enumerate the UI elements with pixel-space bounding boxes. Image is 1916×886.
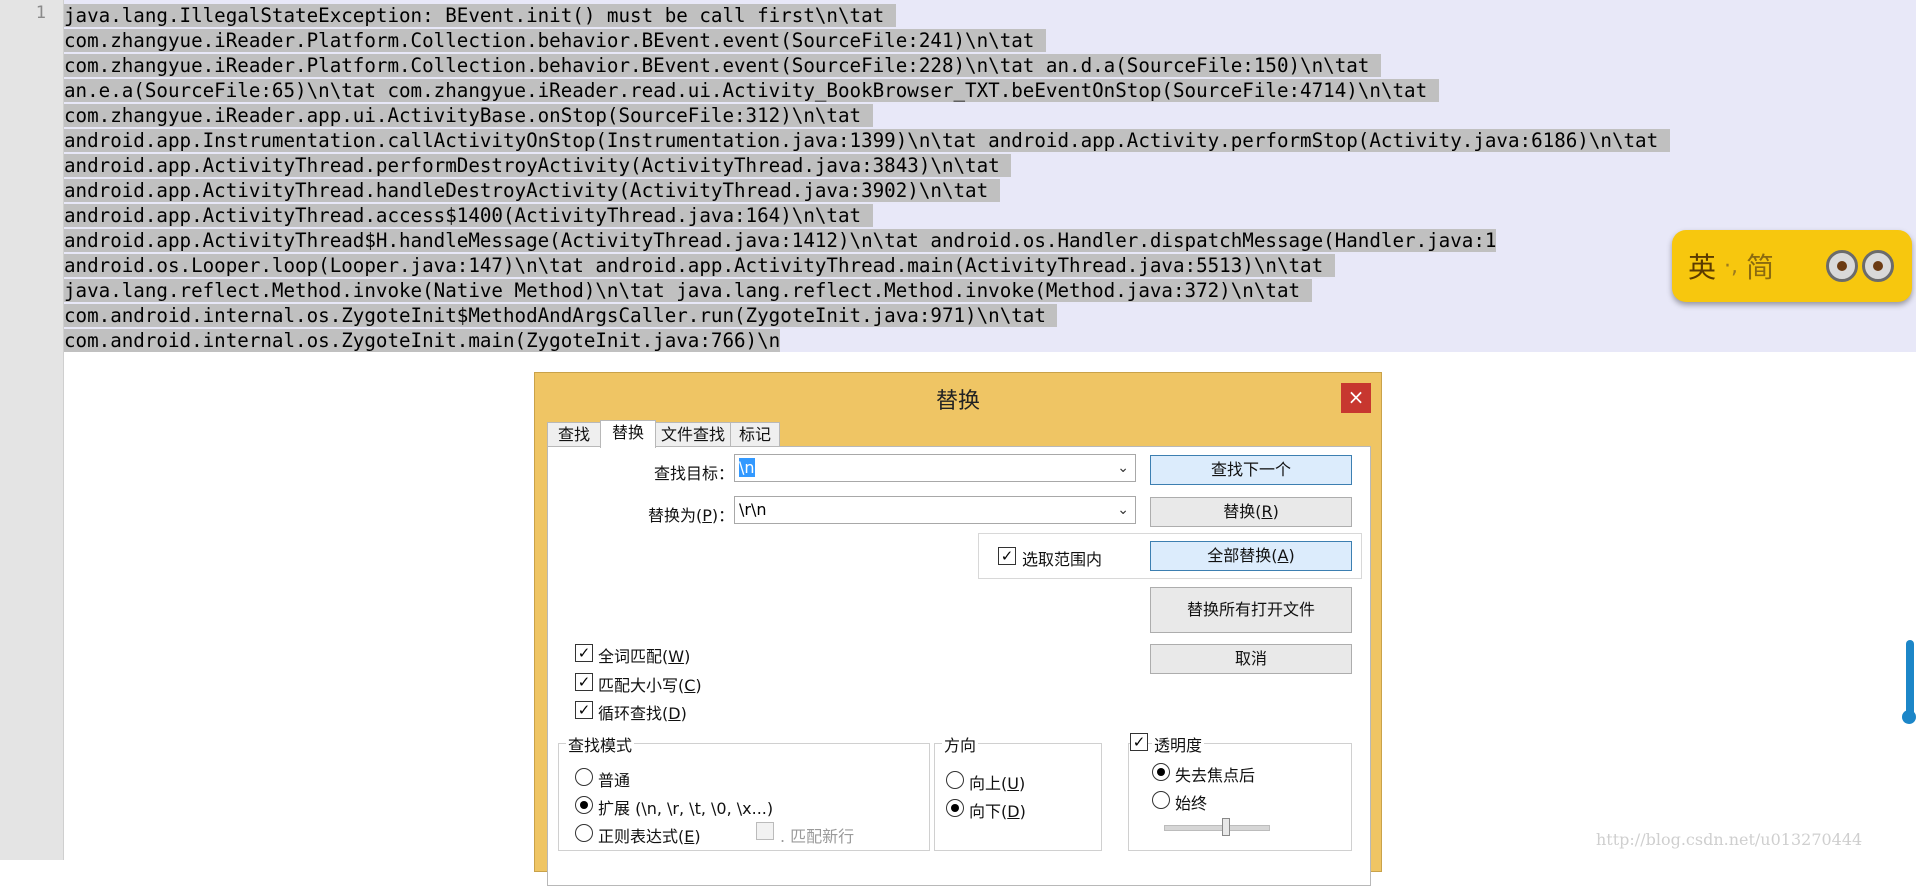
transparency-title: 透明度: [1152, 732, 1205, 756]
replace-button[interactable]: 替换(R): [1150, 497, 1352, 527]
chevron-down-icon[interactable]: ⌄: [1117, 455, 1129, 481]
code-line: com.zhangyue.iReader.Platform.Collection…: [64, 54, 1381, 77]
code-line: java.lang.IllegalStateException: BEvent.…: [64, 4, 896, 27]
replace-panel: 查找目标： \n ⌄ 查找下一个 替换为(P)： \r\n ⌄ 替换(R) ✓ …: [547, 446, 1371, 886]
watermark: http://blog.csdn.net/u013270444: [1596, 830, 1863, 849]
direction-title: 方向: [942, 732, 979, 756]
chevron-down-icon[interactable]: ⌄: [1117, 497, 1129, 523]
match-case-checkbox[interactable]: ✓: [575, 673, 593, 691]
close-button[interactable]: ×: [1341, 383, 1371, 413]
transparency-always-label: 始终: [1175, 794, 1208, 813]
replace-input[interactable]: \r\n ⌄: [734, 496, 1136, 524]
ime-toolbar[interactable]: 英 ·, 简: [1672, 230, 1912, 302]
direction-down-label: 向下(D): [969, 802, 1026, 821]
wrap-around-label: 循环查找(D): [598, 704, 687, 723]
find-label: 查找目标：: [654, 464, 735, 483]
tab-find[interactable]: 查找: [547, 422, 601, 446]
tab-find-in-files[interactable]: 文件查找: [655, 422, 731, 446]
tab-mark[interactable]: 标记: [730, 422, 780, 446]
search-mode-normal-label: 普通: [598, 771, 631, 790]
replace-dialog: 替换 × 查找 替换 文件查找 标记 查找目标： \n ⌄ 查找下一个 替换为(…: [534, 372, 1382, 886]
cancel-button[interactable]: 取消: [1150, 644, 1352, 674]
replace-label: 替换为(P)：: [648, 506, 735, 525]
find-next-button[interactable]: 查找下一个: [1150, 455, 1352, 485]
transparency-always-radio[interactable]: [1152, 791, 1170, 809]
replace-all-open-files-button[interactable]: 替换所有打开文件: [1150, 587, 1352, 633]
code-line: android.app.Instrumentation.callActivity…: [64, 129, 1670, 152]
transparency-on-lose-focus-radio[interactable]: [1152, 763, 1170, 781]
ime-mascot-icon: [1812, 250, 1910, 284]
transparency-on-lose-focus-label: 失去焦点后: [1175, 766, 1256, 785]
code-line: com.zhangyue.iReader.Platform.Collection…: [64, 29, 1046, 52]
line-number: 1: [35, 3, 46, 23]
ime-simplified-toggle[interactable]: 简: [1746, 246, 1774, 286]
code-line: android.app.ActivityThread.handleDestroy…: [64, 179, 1000, 202]
direction-down-radio[interactable]: [946, 799, 964, 817]
match-newline-label: . 匹配新行: [780, 827, 855, 846]
line-number-gutter: 1: [0, 0, 64, 860]
code-line: android.app.ActivityThread.access$1400(A…: [64, 204, 873, 227]
thermometer-bulb-icon: [1902, 710, 1916, 724]
in-selection-label: 选取范围内: [1022, 550, 1103, 569]
direction-group: [934, 743, 1102, 851]
in-selection-checkbox[interactable]: ✓: [998, 547, 1016, 565]
replace-value: \r\n: [739, 500, 767, 519]
code-line: com.android.internal.os.ZygoteInit$Metho…: [64, 304, 1058, 327]
find-value: \n: [739, 458, 755, 477]
transparency-slider-thumb[interactable]: [1222, 818, 1231, 836]
code-line: android.app.ActivityThread.performDestro…: [64, 154, 1012, 177]
code-line: com.android.internal.os.ZygoteInit.main(…: [64, 329, 781, 352]
code-line: com.zhangyue.iReader.app.ui.ActivityBase…: [64, 104, 873, 127]
find-input[interactable]: \n ⌄: [734, 454, 1136, 482]
thermometer-icon: [1906, 640, 1914, 718]
search-mode-title: 查找模式: [566, 732, 635, 756]
code-line: an.e.a(SourceFile:65)\n\tat com.zhangyue…: [64, 79, 1439, 102]
replace-all-button[interactable]: 全部替换(A): [1150, 541, 1352, 571]
transparency-slider[interactable]: [1164, 825, 1270, 831]
wrap-around-checkbox[interactable]: ✓: [575, 701, 593, 719]
ime-punctuation-toggle[interactable]: ·,: [1724, 254, 1738, 279]
whole-word-checkbox[interactable]: ✓: [575, 644, 593, 662]
ime-language-toggle[interactable]: 英: [1688, 246, 1716, 286]
code-line: android.app.ActivityThread$H.handleMessa…: [64, 229, 1497, 252]
code-editor[interactable]: java.lang.IllegalStateException: BEvent.…: [64, 3, 1670, 353]
tab-replace[interactable]: 替换: [600, 420, 656, 448]
dialog-title: 替换: [935, 389, 980, 414]
direction-up-radio[interactable]: [946, 771, 964, 789]
search-mode-extended-radio[interactable]: [575, 796, 593, 814]
transparency-checkbox[interactable]: ✓: [1130, 733, 1148, 751]
search-mode-extended-label: 扩展 (\n, \r, \t, \0, \x...): [598, 799, 774, 818]
search-mode-normal-radio[interactable]: [575, 768, 593, 786]
match-case-label: 匹配大小写(C): [598, 676, 702, 695]
direction-up-label: 向上(U): [969, 774, 1026, 793]
code-line: android.os.Looper.loop(Looper.java:147)\…: [64, 254, 1335, 277]
code-line: java.lang.reflect.Method.invoke(Native M…: [64, 279, 1312, 302]
search-mode-regex-label: 正则表达式(E): [598, 827, 701, 846]
whole-word-label: 全词匹配(W): [598, 647, 691, 666]
match-newline-checkbox[interactable]: [756, 822, 774, 840]
search-mode-regex-radio[interactable]: [575, 824, 593, 842]
